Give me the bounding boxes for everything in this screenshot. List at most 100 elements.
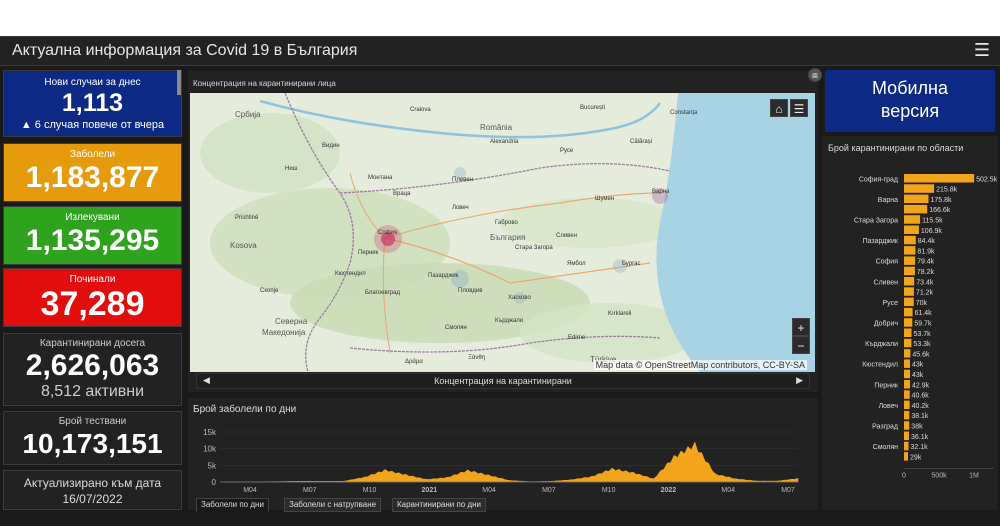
region-bar	[904, 338, 912, 348]
x-tick-label: M10	[363, 487, 377, 494]
quarantined-value: 2,626,063	[25, 349, 160, 382]
region-bar	[904, 184, 935, 193]
country-serbia: Србија	[235, 110, 261, 119]
city-calarasi: Călărași	[630, 139, 653, 145]
city-sliven: Сливен	[556, 233, 577, 239]
region-bar	[904, 380, 910, 389]
region-bar-value: 502.5k	[976, 176, 998, 183]
recovered-value: 1,135,295	[25, 224, 160, 257]
city-yambol: Ямбол	[567, 261, 586, 267]
cards-scrollbar[interactable]	[177, 70, 181, 95]
home-icon[interactable]: ⌂	[770, 99, 788, 117]
region-bar	[904, 297, 914, 307]
city-burgas: Бургас	[622, 261, 641, 267]
map-view[interactable]: Србија România България Северна Македони…	[190, 93, 815, 372]
city-pristina: Prishtinë	[235, 215, 259, 221]
tab-cumulative-cases[interactable]: Заболели с натрупване	[284, 498, 382, 512]
tab-daily-cases[interactable]: Заболели по дни	[196, 498, 269, 512]
updated-card: Актуализирано към дата 16/07/2022	[3, 470, 182, 510]
city-vidin: Видин	[322, 143, 340, 149]
region-bar-value: 32.1k	[910, 444, 928, 451]
region-bar	[904, 359, 910, 368]
deaths-card: Починали 37,289	[3, 268, 182, 327]
quarantined-card: Карантинирани досега 2,626,063 8,512 акт…	[3, 333, 182, 406]
daily-chart: 0 5k 10k 15k M04 M07 M10 2021 M04 M07 M10 2022 M04 M0…	[203, 428, 799, 494]
region-bar	[904, 307, 913, 317]
city-smolyan: Смолян	[445, 325, 467, 331]
region-bar-value: 40.6k	[912, 393, 930, 400]
city-stara-zagora: Стара Загора	[515, 245, 553, 251]
mobile-line-1: Мобилна	[871, 78, 949, 98]
expand-icon[interactable]: ⧈	[808, 68, 822, 82]
city-alexandria: Alexandria	[490, 139, 519, 145]
country-macedonia-1: Северна	[275, 317, 308, 326]
region-bar	[904, 349, 911, 358]
region-category-label: Перник	[874, 382, 899, 389]
region-bar	[904, 215, 921, 224]
app-title: Актуална информация за Covid 19 в Българ…	[12, 42, 358, 59]
country-bulgaria: България	[490, 233, 526, 242]
region-bar-value: 59.7k	[914, 321, 932, 328]
city-kirklareli: Kırklareli	[608, 311, 632, 317]
region-category-label: Пазарджик	[863, 238, 899, 245]
city-pleven: Плевен	[452, 177, 473, 183]
region-bar	[904, 246, 916, 255]
country-macedonia-2: Македонија	[262, 328, 306, 337]
city-sofia: София	[378, 230, 398, 236]
deaths-value: 37,289	[40, 285, 145, 323]
tests-card: Брой тествани 10,173,151	[3, 411, 182, 465]
city-kyustendil: Кюстендил	[335, 271, 366, 277]
updated-value: 16/07/2022	[62, 492, 123, 506]
region-bar	[904, 318, 913, 327]
region-bar	[904, 204, 928, 214]
mobile-version-button[interactable]: Мобилна версия	[825, 70, 995, 132]
city-nis: Ниш	[285, 166, 298, 172]
region-bar	[904, 287, 914, 296]
tests-label: Брой тествани	[58, 416, 127, 427]
infected-label: Заболели	[69, 149, 116, 160]
x-tick-label: M04	[482, 487, 496, 494]
city-drama: Δράμα	[405, 359, 423, 365]
zoom-out-button[interactable]: −	[792, 336, 810, 354]
region-bar-value: 70k	[916, 300, 928, 307]
x-tick-label: 1M	[969, 472, 979, 479]
tab-daily-quarantined[interactable]: Карантинирани по дни	[392, 498, 487, 512]
city-gabrovo: Габрово	[495, 220, 518, 226]
region-bar-value: 73.4k	[916, 279, 934, 286]
city-plovdiv: Пловдив	[458, 288, 483, 294]
zoom-in-button[interactable]: +	[792, 318, 810, 336]
region-category-label: София-град	[859, 176, 898, 183]
country-romania: România	[480, 123, 513, 132]
region-bar-value: 175.8k	[931, 197, 953, 204]
region-category-label: Варна	[878, 197, 898, 204]
tests-value: 10,173,151	[22, 428, 163, 459]
region-category-label: Добрич	[874, 320, 899, 328]
x-tick-label: M04	[721, 487, 735, 494]
quarantined-active: 8,512 активни	[40, 383, 145, 400]
chevron-right-icon[interactable]: ▶	[796, 375, 803, 386]
region-bar	[904, 194, 929, 204]
city-craiova: Craiova	[410, 107, 431, 113]
region-bar-value: 43k	[912, 362, 924, 369]
recovered-label: Излекувани	[65, 212, 120, 223]
list-icon[interactable]: ☰	[790, 99, 808, 117]
region-category-label: Разград	[872, 424, 898, 431]
region-bar	[904, 400, 910, 410]
region-bar-value: 45.6k	[912, 351, 930, 358]
city-pazardzhik: Пазарджик	[428, 273, 459, 279]
region-bar-value: 38k	[911, 424, 923, 431]
city-montana: Монтана	[368, 175, 393, 181]
region-bar-value: 115.5k	[922, 218, 943, 225]
app-header: Актуална информация за Covid 19 в Българ…	[0, 36, 1000, 66]
region-bar-value: 42.9k	[912, 382, 930, 389]
region-category-label: Ловеч	[879, 403, 899, 410]
region-bar	[904, 225, 919, 234]
map-attribution: Map data © OpenStreetMap contributors, C…	[593, 360, 807, 370]
hamburger-icon[interactable]: ☰	[974, 40, 990, 61]
x-tick-label: M04	[243, 487, 257, 494]
region-bar-value: 106.9k	[921, 228, 943, 235]
region-bar-value: 38.1k	[911, 413, 929, 420]
city-skopje: Скопје	[260, 288, 279, 294]
region-bar	[904, 328, 912, 337]
region-bar-value: 29k	[910, 454, 922, 461]
